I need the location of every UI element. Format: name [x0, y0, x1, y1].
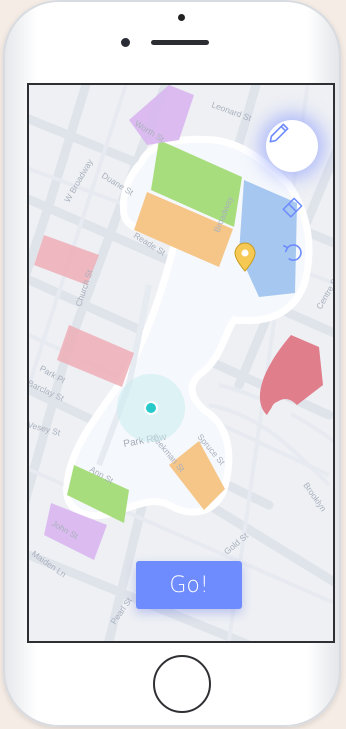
draw-button[interactable] [266, 120, 318, 172]
map-screen[interactable]: Worth St Leonard St W Broadway Duane St … [27, 83, 335, 643]
phone-frame: Worth St Leonard St W Broadway Duane St … [3, 0, 341, 727]
zone-red-cutout [271, 401, 291, 421]
location-dot-icon [117, 374, 185, 442]
undo-icon [282, 244, 302, 261]
erase-button[interactable] [280, 193, 306, 219]
home-button[interactable] [153, 655, 211, 713]
proximity-sensor [178, 14, 185, 21]
street-label-gold: Gold St [222, 530, 251, 556]
go-button[interactable]: Go! [136, 561, 242, 609]
street-label-brooklyn: Brooklyn [301, 480, 328, 513]
undo-button[interactable] [280, 239, 306, 265]
front-camera [121, 38, 130, 47]
pencil-icon [269, 123, 289, 143]
zone-pink-mid [57, 325, 134, 387]
earpiece-speaker [151, 40, 209, 45]
eraser-icon [282, 197, 303, 218]
